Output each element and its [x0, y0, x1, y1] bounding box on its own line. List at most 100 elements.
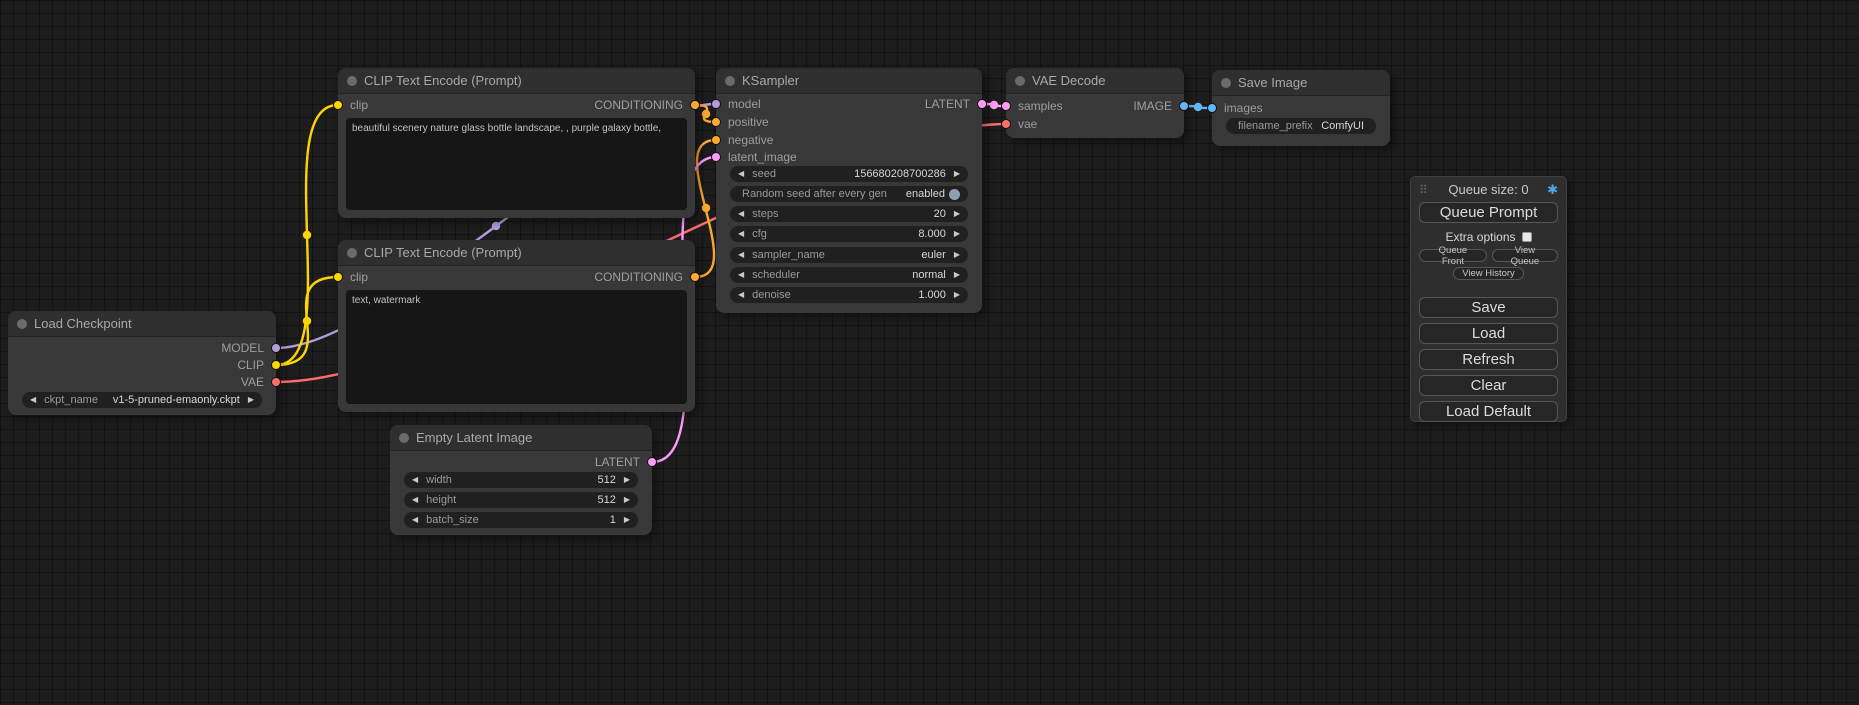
input-slot-latent-image[interactable]: latent_image [711, 149, 797, 165]
node-titlebar[interactable]: Empty Latent Image [390, 425, 652, 451]
decrement-arrow-icon[interactable]: ◀ [738, 170, 744, 178]
node-collapse-dot[interactable] [17, 319, 27, 329]
link-midpoint-dot[interactable] [702, 110, 710, 118]
decrement-arrow-icon[interactable]: ◀ [412, 496, 418, 504]
settings-gear-icon[interactable]: ✱ [1547, 182, 1558, 198]
node-empty-latent-image[interactable]: Empty Latent Image LATENT ◀ width 512 ▶ … [390, 425, 652, 535]
node-vae-decode[interactable]: VAE Decode samples vae IMAGE [1006, 68, 1184, 138]
slot-dot-latent[interactable] [711, 152, 721, 162]
node-collapse-dot[interactable] [725, 76, 735, 86]
slot-dot-clip[interactable] [333, 272, 343, 282]
node-titlebar[interactable]: CLIP Text Encode (Prompt) [338, 68, 695, 94]
decrement-arrow-icon[interactable]: ◀ [738, 251, 744, 259]
increment-arrow-icon[interactable]: ▶ [954, 251, 960, 259]
decrement-arrow-icon[interactable]: ◀ [738, 230, 744, 238]
output-slot-clip[interactable]: CLIP [237, 357, 281, 373]
queue-front-button[interactable]: Queue Front [1419, 249, 1487, 262]
node-collapse-dot[interactable] [1221, 78, 1231, 88]
node-collapse-dot[interactable] [399, 433, 409, 443]
slot-dot-image[interactable] [1207, 103, 1217, 113]
slot-dot-image[interactable] [1179, 101, 1189, 111]
input-slot-clip[interactable]: clip [333, 269, 368, 285]
drag-handle-icon[interactable]: ⠿ [1419, 183, 1428, 197]
slot-dot-model[interactable] [711, 99, 721, 109]
refresh-button[interactable]: Refresh [1419, 349, 1558, 370]
load-default-button[interactable]: Load Default [1419, 401, 1558, 422]
widget-ckpt-name[interactable]: ◀ ckpt_name v1-5-pruned-emaonly.ckpt ▶ [22, 392, 262, 408]
output-slot-conditioning[interactable]: CONDITIONING [594, 269, 700, 285]
output-slot-vae[interactable]: VAE [241, 374, 281, 390]
link-midpoint-dot[interactable] [702, 204, 710, 212]
toggle-dot[interactable] [949, 189, 960, 200]
node-titlebar[interactable]: KSampler [716, 68, 982, 94]
slot-dot-conditioning[interactable] [711, 135, 721, 145]
link-midpoint-dot[interactable] [1194, 103, 1202, 111]
link-midpoint-dot[interactable] [303, 317, 311, 325]
output-slot-latent[interactable]: LATENT [595, 454, 657, 470]
widget-cfg[interactable]: ◀ cfg 8.000 ▶ [730, 226, 968, 242]
link-midpoint-dot[interactable] [990, 101, 998, 109]
link-midpoint-dot[interactable] [303, 231, 311, 239]
input-slot-negative[interactable]: negative [711, 132, 773, 148]
prompt-textarea[interactable]: beautiful scenery nature glass bottle la… [346, 118, 687, 210]
node-ksampler[interactable]: KSampler model positive negative latent_… [716, 68, 982, 313]
output-slot-image[interactable]: IMAGE [1133, 98, 1189, 114]
clear-button[interactable]: Clear [1419, 375, 1558, 396]
slot-dot-latent[interactable] [1001, 101, 1011, 111]
widget-height[interactable]: ◀ height 512 ▶ [404, 492, 638, 508]
input-slot-samples[interactable]: samples [1001, 98, 1063, 114]
widget-batch-size[interactable]: ◀ batch_size 1 ▶ [404, 512, 638, 528]
output-slot-conditioning[interactable]: CONDITIONING [594, 97, 700, 113]
node-load-checkpoint[interactable]: Load Checkpoint MODEL CLIP VAE ◀ ckpt_na… [8, 311, 276, 415]
increment-arrow-icon[interactable]: ▶ [624, 496, 630, 504]
node-clip-text-encode-positive[interactable]: CLIP Text Encode (Prompt) clip CONDITION… [338, 68, 695, 218]
node-titlebar[interactable]: Save Image [1212, 70, 1390, 96]
node-titlebar[interactable]: CLIP Text Encode (Prompt) [338, 240, 695, 266]
input-slot-positive[interactable]: positive [711, 114, 769, 130]
increment-arrow-icon[interactable]: ▶ [954, 170, 960, 178]
widget-seed[interactable]: ◀ seed 156680208700286 ▶ [730, 166, 968, 182]
increment-arrow-icon[interactable]: ▶ [624, 516, 630, 524]
widget-scheduler[interactable]: ◀ scheduler normal ▶ [730, 267, 968, 283]
decrement-arrow-icon[interactable]: ◀ [738, 291, 744, 299]
slot-dot-clip[interactable] [271, 360, 281, 370]
graph-canvas[interactable]: Load Checkpoint MODEL CLIP VAE ◀ ckpt_na… [0, 0, 1859, 705]
input-slot-model[interactable]: model [711, 96, 761, 112]
increment-arrow-icon[interactable]: ▶ [954, 291, 960, 299]
widget-denoise[interactable]: ◀ denoise 1.000 ▶ [730, 287, 968, 303]
increment-arrow-icon[interactable]: ▶ [624, 476, 630, 484]
output-slot-model[interactable]: MODEL [221, 340, 281, 356]
widget-filename-prefix[interactable]: filename_prefix ComfyUI [1226, 118, 1376, 134]
node-collapse-dot[interactable] [347, 248, 357, 258]
slot-dot-latent[interactable] [647, 457, 657, 467]
input-slot-clip[interactable]: clip [333, 97, 368, 113]
input-slot-vae[interactable]: vae [1001, 116, 1037, 132]
slot-dot-latent[interactable] [977, 99, 987, 109]
increment-arrow-icon[interactable]: ▶ [954, 271, 960, 279]
increment-arrow-icon[interactable]: ▶ [248, 396, 254, 404]
extra-options-checkbox[interactable] [1522, 232, 1532, 242]
load-button[interactable]: Load [1419, 323, 1558, 344]
slot-dot-model[interactable] [271, 343, 281, 353]
slot-dot-vae[interactable] [271, 377, 281, 387]
node-save-image[interactable]: Save Image images filename_prefix ComfyU… [1212, 70, 1390, 146]
widget-random-seed-toggle[interactable]: Random seed after every gen enabled [730, 186, 968, 202]
save-button[interactable]: Save [1419, 297, 1558, 318]
slot-dot-conditioning[interactable] [711, 117, 721, 127]
input-slot-images[interactable]: images [1207, 100, 1263, 116]
increment-arrow-icon[interactable]: ▶ [954, 230, 960, 238]
slot-dot-vae[interactable] [1001, 119, 1011, 129]
increment-arrow-icon[interactable]: ▶ [954, 210, 960, 218]
widget-width[interactable]: ◀ width 512 ▶ [404, 472, 638, 488]
widget-steps[interactable]: ◀ steps 20 ▶ [730, 206, 968, 222]
view-queue-button[interactable]: View Queue [1492, 249, 1558, 262]
node-collapse-dot[interactable] [1015, 76, 1025, 86]
decrement-arrow-icon[interactable]: ◀ [738, 210, 744, 218]
view-history-button[interactable]: View History [1453, 267, 1524, 280]
widget-sampler-name[interactable]: ◀ sampler_name euler ▶ [730, 247, 968, 263]
queue-prompt-button[interactable]: Queue Prompt [1419, 202, 1558, 223]
node-collapse-dot[interactable] [347, 76, 357, 86]
decrement-arrow-icon[interactable]: ◀ [738, 271, 744, 279]
output-slot-latent[interactable]: LATENT [925, 96, 987, 112]
decrement-arrow-icon[interactable]: ◀ [412, 516, 418, 524]
